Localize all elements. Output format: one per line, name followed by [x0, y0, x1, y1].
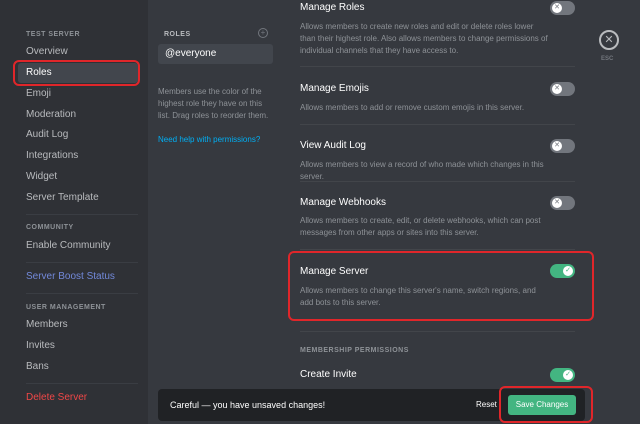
check-icon: ✓ [563, 370, 573, 380]
permission-description: Allows members to add or remove custom e… [300, 103, 525, 112]
sidebar-item-server-boost-status[interactable]: Server Boost Status [18, 267, 138, 287]
permission-description: Allows members to view a record of who m… [300, 160, 544, 181]
sidebar-item-moderation[interactable]: Moderation [18, 105, 138, 125]
permission-toggle[interactable]: ✓ [550, 264, 575, 278]
permission-divider [300, 124, 575, 125]
sidebar-item-enable-community[interactable]: Enable Community [18, 236, 138, 256]
plus-circle-icon[interactable]: + [258, 28, 268, 38]
sidebar-divider [26, 214, 138, 215]
permission-title: View Audit Log [300, 140, 366, 151]
roles-description: Members use the color of the highest rol… [158, 87, 269, 120]
close-icon: ✕ [552, 141, 562, 151]
save-changes-button[interactable]: Save Changes [508, 395, 576, 415]
permission-toggle[interactable]: ✕ [550, 139, 575, 153]
settings-sidebar: TEST SERVER Overview Roles Emoji Moderat… [0, 0, 148, 424]
roles-header: ROLES [164, 31, 191, 38]
permission-description: Allows members to create new roles and e… [300, 22, 548, 55]
permission-divider [300, 249, 575, 250]
sidebar-item-bans[interactable]: Bans [18, 357, 138, 377]
permission-title: Manage Server [300, 266, 369, 277]
sidebar-item-roles[interactable]: Roles [18, 63, 138, 83]
close-icon: ✕ [552, 198, 562, 208]
sidebar-divider [26, 293, 138, 294]
permission-divider [300, 331, 575, 332]
community-header: COMMUNITY [26, 224, 74, 231]
sidebar-item-emoji[interactable]: Emoji [18, 84, 138, 104]
permission-title: Manage Emojis [300, 83, 369, 94]
permission-toggle[interactable]: ✕ [550, 82, 575, 96]
esc-label: ESC [601, 56, 614, 62]
sidebar-item-audit-log[interactable]: Audit Log [18, 125, 138, 145]
unsaved-message: Careful — you have unsaved changes! [170, 400, 326, 410]
permission-toggle[interactable]: ✓ [550, 368, 575, 382]
sidebar-item-integrations[interactable]: Integrations [18, 146, 138, 166]
permission-title: Create Invite [300, 369, 357, 380]
server-name-header: TEST SERVER [26, 31, 80, 38]
close-icon: ✕ [552, 3, 562, 13]
check-icon: ✓ [563, 266, 573, 276]
sidebar-item-invites[interactable]: Invites [18, 336, 138, 356]
roles-panel: ROLES + @everyone Members use the color … [148, 0, 283, 424]
sidebar-item-delete-server[interactable]: Delete Server [18, 388, 138, 408]
permission-title: Manage Roles [300, 2, 365, 13]
permission-toggle[interactable]: ✕ [550, 196, 575, 210]
reset-button[interactable]: Reset [476, 389, 497, 421]
user-management-header: USER MANAGEMENT [26, 304, 106, 311]
permission-toggle[interactable]: ✕ [550, 1, 575, 15]
sidebar-divider [26, 383, 138, 384]
permissions-list: Manage Roles Allows members to create ne… [283, 0, 583, 424]
permission-divider [300, 181, 575, 182]
sidebar-item-members[interactable]: Members [18, 315, 138, 335]
permission-divider [300, 66, 575, 67]
permission-description: Allows members to create, edit, or delet… [300, 216, 541, 237]
close-icon: ✕ [552, 84, 562, 94]
sidebar-item-server-template[interactable]: Server Template [18, 188, 138, 208]
permissions-help-link[interactable]: Need help with permissions? [158, 135, 260, 144]
unsaved-changes-bar: Careful — you have unsaved changes! Rese… [158, 389, 585, 421]
permission-description: Allows members to change this server's n… [300, 286, 536, 307]
role-item-everyone[interactable]: @everyone [158, 44, 273, 64]
sidebar-divider [26, 262, 138, 263]
membership-permissions-header: MEMBERSHIP PERMISSIONS [300, 347, 409, 354]
sidebar-item-widget[interactable]: Widget [18, 167, 138, 187]
sidebar-item-overview[interactable]: Overview [18, 42, 138, 62]
permission-title: Manage Webhooks [300, 197, 386, 208]
close-icon[interactable]: ✕ [599, 30, 619, 50]
